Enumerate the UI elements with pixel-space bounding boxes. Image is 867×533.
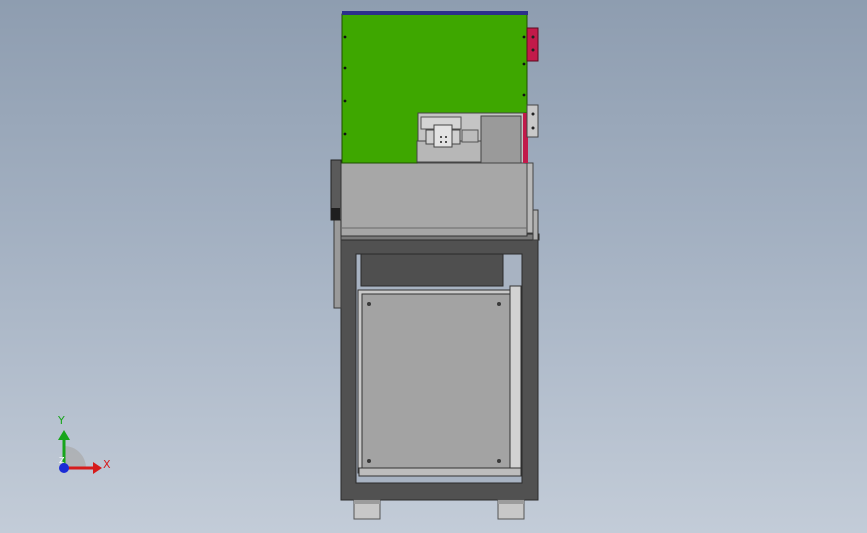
panel-screw — [367, 459, 371, 463]
model-viewport[interactable]: Y X Z — [0, 0, 867, 533]
mechanism — [416, 112, 528, 164]
side-brackets — [526, 27, 539, 138]
housing-top-edge — [342, 11, 528, 15]
coordinate-triad — [58, 430, 102, 474]
axis-z-label: Z — [59, 456, 65, 465]
machine-feet — [353, 499, 525, 520]
panel-screw — [367, 302, 371, 306]
grey-body — [330, 159, 534, 237]
axis-x-label: X — [103, 458, 111, 471]
cabinet-panel — [357, 285, 522, 477]
machine-model-drawing — [58, 11, 540, 520]
panel-screw — [497, 302, 501, 306]
axis-y-label: Y — [58, 414, 65, 427]
panel-screw — [497, 459, 501, 463]
